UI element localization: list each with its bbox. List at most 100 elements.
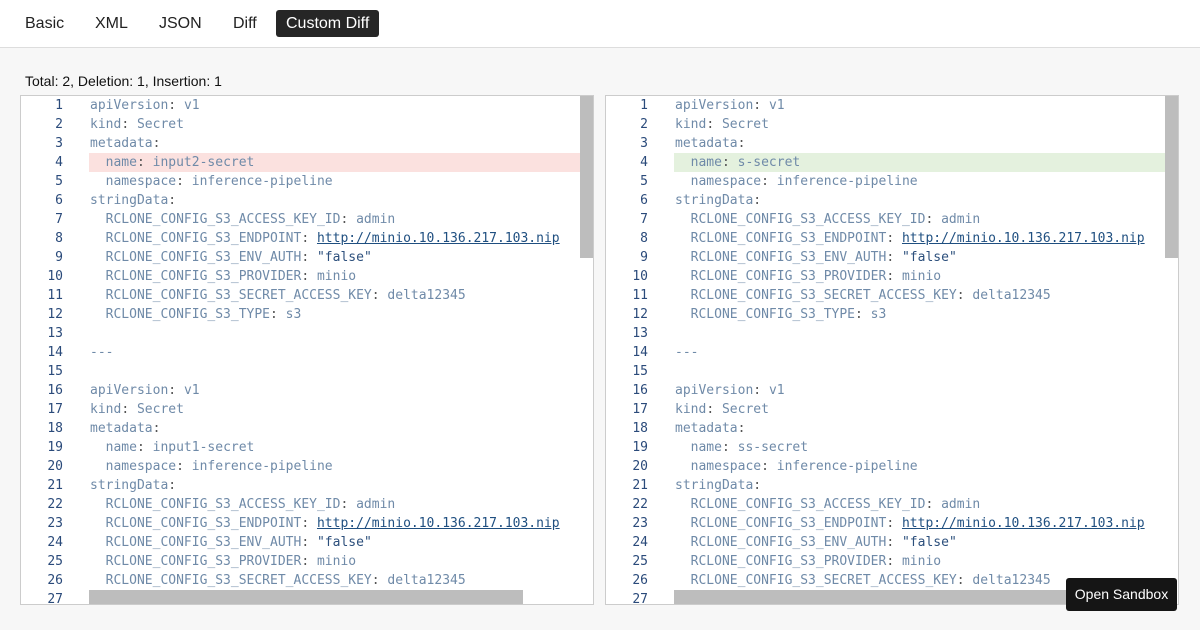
- code-text: ---: [675, 345, 699, 360]
- code-text: metadata:: [90, 136, 161, 151]
- tab-bar: Basic XML JSON Diff Custom Diff: [0, 0, 1200, 48]
- right-code-line: 16 apiVersion: v1: [606, 381, 1178, 400]
- left-horizontal-scrollbar[interactable]: [89, 592, 523, 604]
- line-number: 13: [47, 326, 63, 341]
- line-number: 18: [632, 421, 648, 436]
- tab-diff[interactable]: Diff: [223, 10, 267, 37]
- line-number: 13: [632, 326, 648, 341]
- left-code-line: 19 name: input1-secret: [21, 438, 593, 457]
- right-code-line: 23 RCLONE_CONFIG_S3_ENDPOINT: http://min…: [606, 514, 1178, 533]
- right-code-line: 19 name: ss-secret: [606, 438, 1178, 457]
- right-code-line: 3 metadata:: [606, 134, 1178, 153]
- line-number: 2: [640, 117, 648, 132]
- line-number: 8: [640, 231, 648, 246]
- line-number: 21: [47, 478, 63, 493]
- line-number: 9: [55, 250, 63, 265]
- left-code-line: 17 kind: Secret: [21, 400, 593, 419]
- right-code-line: 8 RCLONE_CONFIG_S3_ENDPOINT: http://mini…: [606, 229, 1178, 248]
- code-text: RCLONE_CONFIG_S3_PROVIDER: minio: [90, 554, 357, 569]
- code-text: RCLONE_CONFIG_S3_SECRET_ACCESS_KEY: delt…: [675, 288, 1051, 303]
- right-diff-pane[interactable]: 1 apiVersion: v1 2 kind: Secret 3 metadata: 4 …: [605, 95, 1179, 605]
- left-code-line: 20 namespace: inference-pipeline: [21, 457, 593, 476]
- tab-custom-diff[interactable]: Custom Diff: [276, 10, 380, 37]
- left-vertical-scrollbar[interactable]: [580, 96, 593, 258]
- code-text: RCLONE_CONFIG_S3_ENV_AUTH: "false": [90, 535, 372, 550]
- line-number: 3: [55, 136, 63, 151]
- left-diff-pane[interactable]: 1 apiVersion: v1 2 kind: Secret 3 metadata: 4 …: [20, 95, 594, 605]
- line-number: 7: [55, 212, 63, 227]
- open-sandbox-button[interactable]: Open Sandbox: [1066, 578, 1177, 611]
- right-code-line: 24 RCLONE_CONFIG_S3_ENV_AUTH: "false": [606, 533, 1178, 552]
- left-code-line: 6 stringData:: [21, 191, 593, 210]
- right-code-line: 17 kind: Secret: [606, 400, 1178, 419]
- line-number: 22: [47, 497, 63, 512]
- line-number: 19: [632, 440, 648, 455]
- left-code-line: 3 metadata:: [21, 134, 593, 153]
- code-text: namespace: inference-pipeline: [90, 459, 333, 474]
- right-code-line: 21 stringData:: [606, 476, 1178, 495]
- line-number: 25: [632, 554, 648, 569]
- right-code-line: 13: [606, 324, 1178, 343]
- left-code-line: 8 RCLONE_CONFIG_S3_ENDPOINT: http://mini…: [21, 229, 593, 248]
- code-text: name: input2-secret: [89, 153, 593, 172]
- left-code-line: 12 RCLONE_CONFIG_S3_TYPE: s3: [21, 305, 593, 324]
- line-number: 27: [632, 592, 648, 605]
- left-code-line: 24 RCLONE_CONFIG_S3_ENV_AUTH: "false": [21, 533, 593, 552]
- code-text: apiVersion: v1: [675, 98, 785, 113]
- line-number: 14: [632, 345, 648, 360]
- right-code-line: 4 name: s-secret: [606, 153, 1178, 172]
- code-text: RCLONE_CONFIG_S3_SECRET_ACCESS_KEY: delt…: [90, 573, 466, 588]
- line-number: 16: [47, 383, 63, 398]
- code-text: RCLONE_CONFIG_S3_PROVIDER: minio: [675, 554, 942, 569]
- line-number: 7: [640, 212, 648, 227]
- code-text: stringData:: [90, 478, 177, 493]
- line-number: 11: [632, 288, 648, 303]
- code-text: RCLONE_CONFIG_S3_ACCESS_KEY_ID: admin: [675, 497, 981, 512]
- line-number: 15: [632, 364, 648, 379]
- left-code-line: 10 RCLONE_CONFIG_S3_PROVIDER: minio: [21, 267, 593, 286]
- right-horizontal-scrollbar[interactable]: [674, 592, 1108, 604]
- left-code-line: 2 kind: Secret: [21, 115, 593, 134]
- code-text: name: ss-secret: [675, 440, 809, 455]
- line-number: 1: [640, 98, 648, 113]
- code-text: RCLONE_CONFIG_S3_PROVIDER: minio: [90, 269, 357, 284]
- line-number: 8: [55, 231, 63, 246]
- code-text: namespace: inference-pipeline: [675, 459, 918, 474]
- code-text: RCLONE_CONFIG_S3_TYPE: s3: [90, 307, 302, 322]
- line-number: 26: [632, 573, 648, 588]
- code-text: metadata:: [90, 421, 161, 436]
- line-number: 21: [632, 478, 648, 493]
- tab-basic[interactable]: Basic: [15, 10, 74, 37]
- code-text: metadata:: [675, 136, 746, 151]
- line-number: 6: [640, 193, 648, 208]
- diff-summary: Total: 2, Deletion: 1, Insertion: 1: [25, 73, 222, 89]
- right-code-line: 2 kind: Secret: [606, 115, 1178, 134]
- code-text: RCLONE_CONFIG_S3_ENV_AUTH: "false": [675, 535, 957, 550]
- code-text: namespace: inference-pipeline: [90, 174, 333, 189]
- left-code-line: 25 RCLONE_CONFIG_S3_PROVIDER: minio: [21, 552, 593, 571]
- line-number: 12: [47, 307, 63, 322]
- right-code-line: 5 namespace: inference-pipeline: [606, 172, 1178, 191]
- right-vertical-scrollbar[interactable]: [1165, 96, 1178, 258]
- line-number: 12: [632, 307, 648, 322]
- right-code-line: 6 stringData:: [606, 191, 1178, 210]
- code-text: metadata:: [675, 421, 746, 436]
- tab-xml[interactable]: XML: [85, 10, 138, 37]
- line-number: 18: [47, 421, 63, 436]
- right-code-line: 14 ---: [606, 343, 1178, 362]
- left-code-line: 22 RCLONE_CONFIG_S3_ACCESS_KEY_ID: admin: [21, 495, 593, 514]
- code-text: RCLONE_CONFIG_S3_SECRET_ACCESS_KEY: delt…: [90, 288, 466, 303]
- code-text: RCLONE_CONFIG_S3_ENDPOINT: http://minio.…: [90, 231, 560, 246]
- code-text: apiVersion: v1: [90, 98, 200, 113]
- code-text: kind: Secret: [675, 117, 769, 132]
- tab-json[interactable]: JSON: [149, 10, 212, 37]
- line-number: 22: [632, 497, 648, 512]
- line-number: 23: [632, 516, 648, 531]
- code-text: RCLONE_CONFIG_S3_TYPE: s3: [675, 307, 887, 322]
- code-text: RCLONE_CONFIG_S3_ENV_AUTH: "false": [90, 250, 372, 265]
- left-code-line: 13: [21, 324, 593, 343]
- code-text: RCLONE_CONFIG_S3_ENV_AUTH: "false": [675, 250, 957, 265]
- line-number: 15: [47, 364, 63, 379]
- code-text: kind: Secret: [90, 402, 184, 417]
- line-number: 19: [47, 440, 63, 455]
